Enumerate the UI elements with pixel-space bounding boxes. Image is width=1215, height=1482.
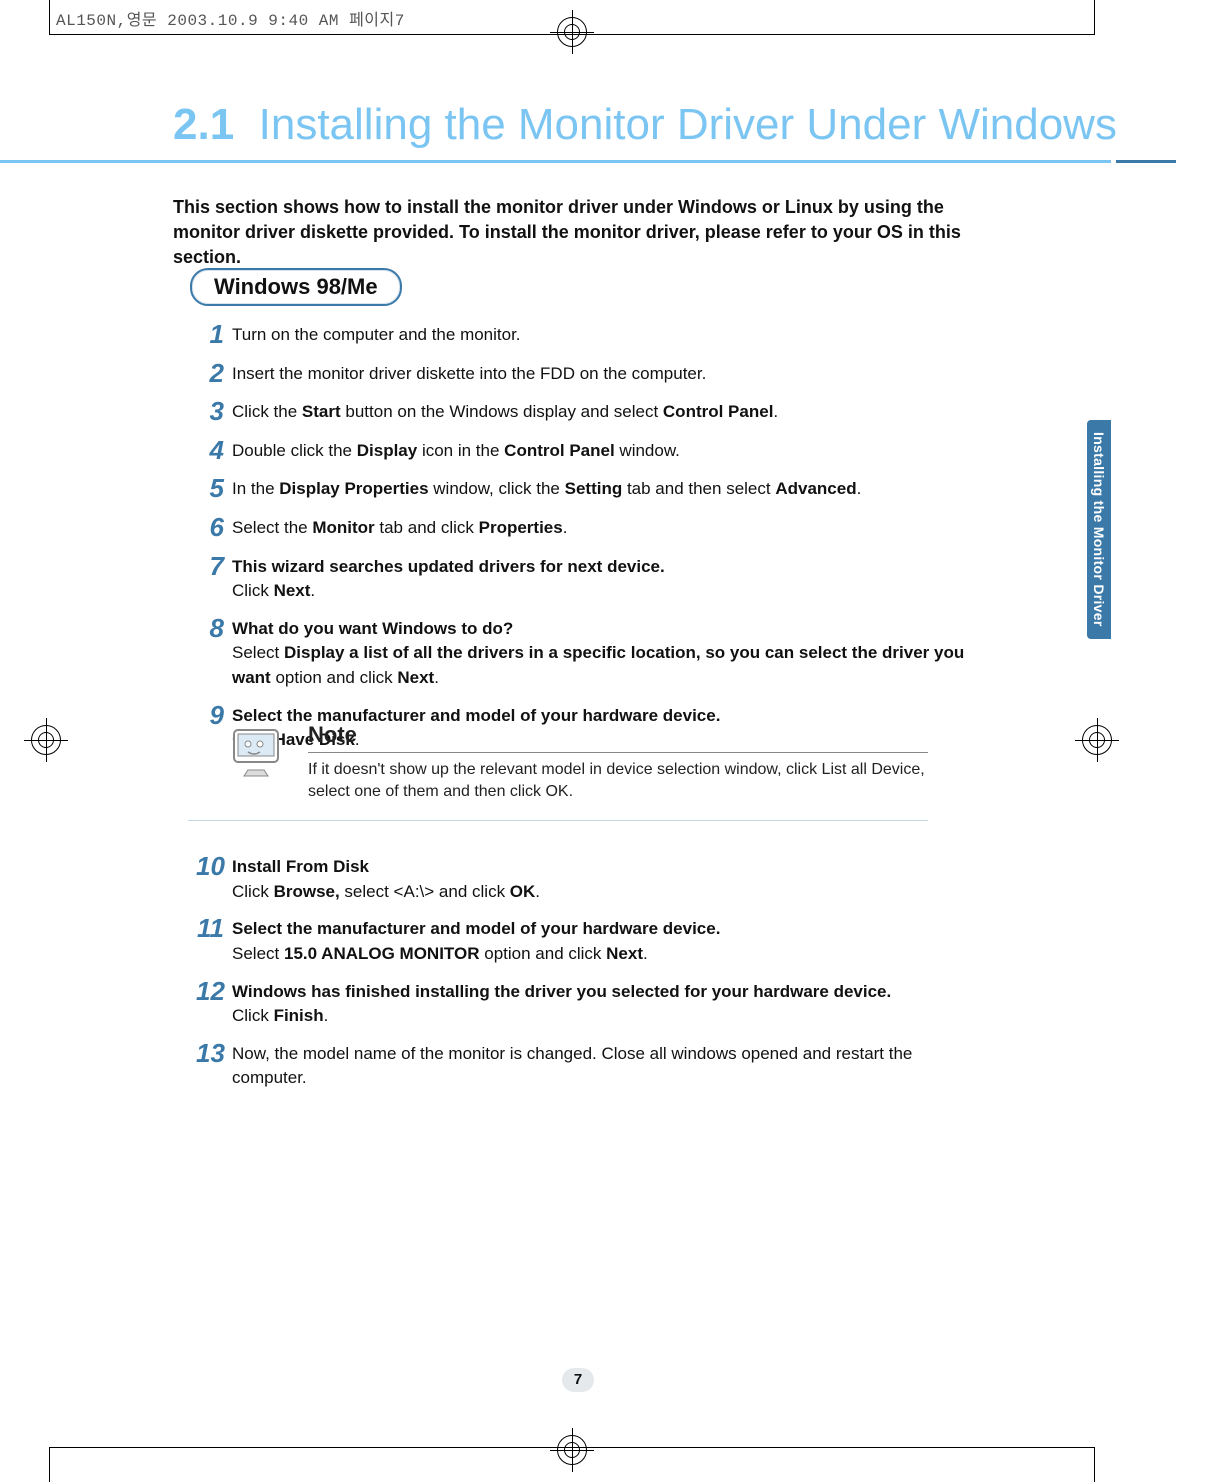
- step-text: Select the manufacturer and model of you…: [232, 914, 720, 966]
- step-text: In the Display Properties window, click …: [232, 474, 861, 502]
- step-number: 8: [196, 614, 232, 643]
- step-number: 2: [196, 359, 232, 388]
- step-item: 12Windows has finished installing the dr…: [196, 977, 986, 1029]
- step-number: 3: [196, 397, 232, 426]
- step-text: What do you want Windows to do?Select Di…: [232, 614, 971, 691]
- step-item: 6Select the Monitor tab and click Proper…: [196, 513, 971, 542]
- title-underline: [0, 160, 1111, 163]
- crop-line: [49, 1448, 50, 1482]
- page-number: 7: [562, 1368, 594, 1392]
- registration-mark-icon: [24, 718, 68, 762]
- step-item: 5In the Display Properties window, click…: [196, 474, 971, 503]
- step-text: Windows has finished installing the driv…: [232, 977, 891, 1029]
- step-text: Turn on the computer and the monitor.: [232, 320, 521, 348]
- os-section-tag: Windows 98/Me: [190, 268, 402, 306]
- registration-mark-icon: [1075, 718, 1119, 762]
- registration-mark-icon: [550, 10, 594, 54]
- crop-line: [49, 0, 50, 34]
- steps-list-a: 1Turn on the computer and the monitor.2I…: [196, 320, 971, 763]
- step-item: 11Select the manufacturer and model of y…: [196, 914, 986, 966]
- step-number: 5: [196, 474, 232, 503]
- step-text: Select the Monitor tab and click Propert…: [232, 513, 567, 541]
- step-item: 4Double click the Display icon in the Co…: [196, 436, 971, 465]
- side-tab-label: Installing the Monitor Driver: [1087, 420, 1111, 639]
- step-number: 10: [196, 852, 232, 881]
- crop-line: [1094, 0, 1095, 34]
- separator-line: [188, 820, 928, 821]
- step-text: This wizard searches updated drivers for…: [232, 552, 665, 604]
- note-title: Note: [308, 722, 928, 753]
- step-item: 13Now, the model name of the monitor is …: [196, 1039, 986, 1091]
- step-number: 6: [196, 513, 232, 542]
- step-number: 9: [196, 701, 232, 730]
- step-item: 10Install From DiskClick Browse, select …: [196, 852, 986, 904]
- step-text: Now, the model name of the monitor is ch…: [232, 1039, 986, 1091]
- step-number: 13: [196, 1039, 232, 1068]
- file-info-header: AL150N,영문 2003.10.9 9:40 AM 페이지7: [56, 6, 405, 30]
- step-number: 4: [196, 436, 232, 465]
- note-box: Note If it doesn't show up the relevant …: [228, 722, 928, 821]
- note-text: If it doesn't show up the relevant model…: [308, 759, 928, 804]
- step-number: 11: [196, 914, 232, 943]
- page-title: 2.1 Installing the Monitor Driver Under …: [0, 100, 1215, 150]
- crop-line: [1094, 1448, 1095, 1482]
- step-text: Install From DiskClick Browse, select <A…: [232, 852, 540, 904]
- section-number: 2.1: [173, 100, 234, 149]
- steps-list-b: 10Install From DiskClick Browse, select …: [196, 852, 986, 1101]
- registration-mark-icon: [550, 1428, 594, 1472]
- step-number: 7: [196, 552, 232, 581]
- step-text: Click the Start button on the Windows di…: [232, 397, 778, 425]
- step-text: Insert the monitor driver diskette into …: [232, 359, 706, 387]
- monitor-note-icon: [228, 724, 292, 780]
- step-item: 3Click the Start button on the Windows d…: [196, 397, 971, 426]
- section-title: Installing the Monitor Driver Under Wind…: [259, 100, 1117, 149]
- step-text: Double click the Display icon in the Con…: [232, 436, 680, 464]
- step-item: 1Turn on the computer and the monitor.: [196, 320, 971, 349]
- step-item: 7This wizard searches updated drivers fo…: [196, 552, 971, 604]
- step-item: 2Insert the monitor driver diskette into…: [196, 359, 971, 388]
- intro-paragraph: This section shows how to install the mo…: [173, 195, 983, 271]
- step-number: 1: [196, 320, 232, 349]
- step-number: 12: [196, 977, 232, 1006]
- step-item: 8What do you want Windows to do?Select D…: [196, 614, 971, 691]
